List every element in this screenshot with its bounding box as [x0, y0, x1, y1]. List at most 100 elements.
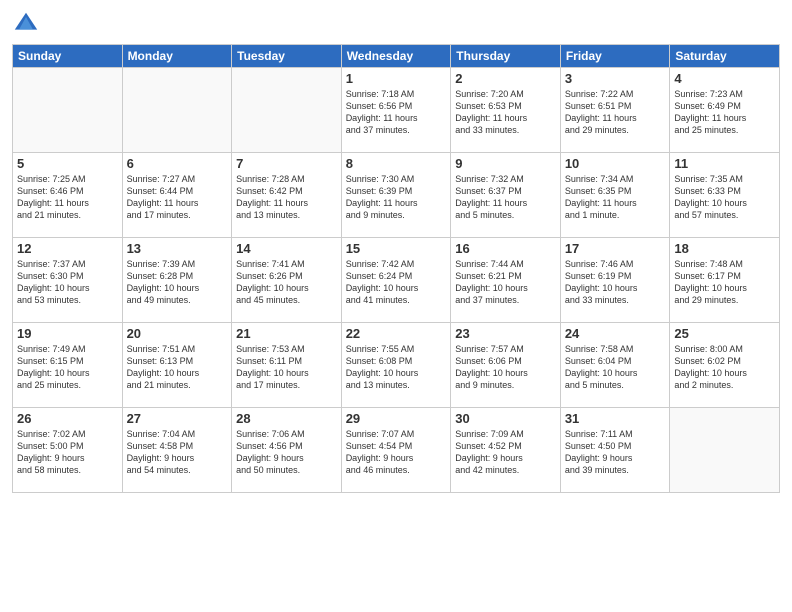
- cell-text: Sunrise: 7:44 AM Sunset: 6:21 PM Dayligh…: [455, 258, 556, 307]
- cell-text: Sunrise: 7:34 AM Sunset: 6:35 PM Dayligh…: [565, 173, 666, 222]
- cell-text: Sunrise: 7:55 AM Sunset: 6:08 PM Dayligh…: [346, 343, 447, 392]
- calendar-header-row: SundayMondayTuesdayWednesdayThursdayFrid…: [13, 45, 780, 68]
- cell-text: Sunrise: 7:27 AM Sunset: 6:44 PM Dayligh…: [127, 173, 228, 222]
- cell-text: Sunrise: 7:46 AM Sunset: 6:19 PM Dayligh…: [565, 258, 666, 307]
- cell-text: Sunrise: 7:11 AM Sunset: 4:50 PM Dayligh…: [565, 428, 666, 477]
- day-header-saturday: Saturday: [670, 45, 780, 68]
- calendar-cell: 25 Sunrise: 8:00 AM Sunset: 6:02 PM Dayli…: [670, 323, 780, 408]
- logo-icon: [12, 10, 40, 38]
- calendar-cell: 11 Sunrise: 7:35 AM Sunset: 6:33 PM Dayli…: [670, 153, 780, 238]
- day-number: 8: [346, 156, 447, 171]
- cell-text: Sunrise: 7:32 AM Sunset: 6:37 PM Dayligh…: [455, 173, 556, 222]
- page-header: [12, 10, 780, 38]
- cell-text: Sunrise: 7:23 AM Sunset: 6:49 PM Dayligh…: [674, 88, 775, 137]
- cell-text: Sunrise: 7:04 AM Sunset: 4:58 PM Dayligh…: [127, 428, 228, 477]
- calendar-cell: 17 Sunrise: 7:46 AM Sunset: 6:19 PM Dayli…: [560, 238, 670, 323]
- cell-text: Sunrise: 7:25 AM Sunset: 6:46 PM Dayligh…: [17, 173, 118, 222]
- calendar-cell: 10 Sunrise: 7:34 AM Sunset: 6:35 PM Dayli…: [560, 153, 670, 238]
- calendar-cell: [13, 68, 123, 153]
- day-number: 13: [127, 241, 228, 256]
- calendar-cell: 13 Sunrise: 7:39 AM Sunset: 6:28 PM Dayli…: [122, 238, 232, 323]
- day-number: 27: [127, 411, 228, 426]
- day-number: 25: [674, 326, 775, 341]
- calendar-cell: 26 Sunrise: 7:02 AM Sunset: 5:00 PM Dayli…: [13, 408, 123, 493]
- day-number: 21: [236, 326, 337, 341]
- day-number: 7: [236, 156, 337, 171]
- calendar-cell: 18 Sunrise: 7:48 AM Sunset: 6:17 PM Dayli…: [670, 238, 780, 323]
- day-number: 22: [346, 326, 447, 341]
- calendar-cell: 30 Sunrise: 7:09 AM Sunset: 4:52 PM Dayli…: [451, 408, 561, 493]
- cell-text: Sunrise: 7:49 AM Sunset: 6:15 PM Dayligh…: [17, 343, 118, 392]
- cell-text: Sunrise: 7:22 AM Sunset: 6:51 PM Dayligh…: [565, 88, 666, 137]
- cell-text: Sunrise: 7:20 AM Sunset: 6:53 PM Dayligh…: [455, 88, 556, 137]
- day-number: 18: [674, 241, 775, 256]
- day-number: 5: [17, 156, 118, 171]
- cell-text: Sunrise: 7:57 AM Sunset: 6:06 PM Dayligh…: [455, 343, 556, 392]
- day-number: 3: [565, 71, 666, 86]
- day-header-thursday: Thursday: [451, 45, 561, 68]
- day-number: 12: [17, 241, 118, 256]
- calendar-cell: 4 Sunrise: 7:23 AM Sunset: 6:49 PM Daylig…: [670, 68, 780, 153]
- calendar-cell: [122, 68, 232, 153]
- calendar-cell: 6Sunrise: 7:27 AM Sunset: 6:44 PM Daylig…: [122, 153, 232, 238]
- calendar-cell: 22 Sunrise: 7:55 AM Sunset: 6:08 PM Dayli…: [341, 323, 451, 408]
- day-header-friday: Friday: [560, 45, 670, 68]
- day-number: 14: [236, 241, 337, 256]
- calendar-cell: 16 Sunrise: 7:44 AM Sunset: 6:21 PM Dayli…: [451, 238, 561, 323]
- day-number: 31: [565, 411, 666, 426]
- day-number: 2: [455, 71, 556, 86]
- day-number: 24: [565, 326, 666, 341]
- cell-text: Sunrise: 8:00 AM Sunset: 6:02 PM Dayligh…: [674, 343, 775, 392]
- calendar-week-1: 1 Sunrise: 7:18 AM Sunset: 6:56 PM Daylig…: [13, 68, 780, 153]
- cell-text: Sunrise: 7:35 AM Sunset: 6:33 PM Dayligh…: [674, 173, 775, 222]
- day-header-monday: Monday: [122, 45, 232, 68]
- day-number: 1: [346, 71, 447, 86]
- calendar-week-4: 19 Sunrise: 7:49 AM Sunset: 6:15 PM Dayli…: [13, 323, 780, 408]
- day-number: 11: [674, 156, 775, 171]
- cell-text: Sunrise: 7:37 AM Sunset: 6:30 PM Dayligh…: [17, 258, 118, 307]
- cell-text: Sunrise: 7:39 AM Sunset: 6:28 PM Dayligh…: [127, 258, 228, 307]
- cell-text: Sunrise: 7:42 AM Sunset: 6:24 PM Dayligh…: [346, 258, 447, 307]
- calendar-cell: 19 Sunrise: 7:49 AM Sunset: 6:15 PM Dayli…: [13, 323, 123, 408]
- calendar-table: SundayMondayTuesdayWednesdayThursdayFrid…: [12, 44, 780, 493]
- calendar-week-2: 5 Sunrise: 7:25 AM Sunset: 6:46 PM Daylig…: [13, 153, 780, 238]
- calendar-cell: 20Sunrise: 7:51 AM Sunset: 6:13 PM Dayli…: [122, 323, 232, 408]
- cell-text: Sunrise: 7:48 AM Sunset: 6:17 PM Dayligh…: [674, 258, 775, 307]
- calendar-cell: 23 Sunrise: 7:57 AM Sunset: 6:06 PM Dayli…: [451, 323, 561, 408]
- cell-text: Sunrise: 7:09 AM Sunset: 4:52 PM Dayligh…: [455, 428, 556, 477]
- calendar-cell: 14 Sunrise: 7:41 AM Sunset: 6:26 PM Dayli…: [232, 238, 342, 323]
- day-header-wednesday: Wednesday: [341, 45, 451, 68]
- calendar-cell: 28Sunrise: 7:06 AM Sunset: 4:56 PM Dayli…: [232, 408, 342, 493]
- calendar-cell: 9 Sunrise: 7:32 AM Sunset: 6:37 PM Daylig…: [451, 153, 561, 238]
- day-header-sunday: Sunday: [13, 45, 123, 68]
- day-number: 17: [565, 241, 666, 256]
- cell-text: Sunrise: 7:18 AM Sunset: 6:56 PM Dayligh…: [346, 88, 447, 137]
- logo: [12, 10, 42, 38]
- day-number: 30: [455, 411, 556, 426]
- calendar-cell: 29 Sunrise: 7:07 AM Sunset: 4:54 PM Dayli…: [341, 408, 451, 493]
- calendar-cell: 12 Sunrise: 7:37 AM Sunset: 6:30 PM Dayli…: [13, 238, 123, 323]
- day-number: 16: [455, 241, 556, 256]
- calendar-cell: 31 Sunrise: 7:11 AM Sunset: 4:50 PM Dayli…: [560, 408, 670, 493]
- calendar-cell: 15 Sunrise: 7:42 AM Sunset: 6:24 PM Dayli…: [341, 238, 451, 323]
- calendar-cell: 7Sunrise: 7:28 AM Sunset: 6:42 PM Daylig…: [232, 153, 342, 238]
- day-number: 15: [346, 241, 447, 256]
- calendar-week-5: 26 Sunrise: 7:02 AM Sunset: 5:00 PM Dayli…: [13, 408, 780, 493]
- day-number: 26: [17, 411, 118, 426]
- calendar-cell: 1 Sunrise: 7:18 AM Sunset: 6:56 PM Daylig…: [341, 68, 451, 153]
- cell-text: Sunrise: 7:51 AM Sunset: 6:13 PM Dayligh…: [127, 343, 228, 392]
- cell-text: Sunrise: 7:41 AM Sunset: 6:26 PM Dayligh…: [236, 258, 337, 307]
- cell-text: Sunrise: 7:06 AM Sunset: 4:56 PM Dayligh…: [236, 428, 337, 477]
- day-number: 19: [17, 326, 118, 341]
- calendar-cell: 8Sunrise: 7:30 AM Sunset: 6:39 PM Daylig…: [341, 153, 451, 238]
- day-number: 4: [674, 71, 775, 86]
- day-number: 23: [455, 326, 556, 341]
- day-number: 9: [455, 156, 556, 171]
- calendar-cell: [232, 68, 342, 153]
- cell-text: Sunrise: 7:53 AM Sunset: 6:11 PM Dayligh…: [236, 343, 337, 392]
- day-number: 10: [565, 156, 666, 171]
- day-number: 29: [346, 411, 447, 426]
- cell-text: Sunrise: 7:02 AM Sunset: 5:00 PM Dayligh…: [17, 428, 118, 477]
- cell-text: Sunrise: 7:07 AM Sunset: 4:54 PM Dayligh…: [346, 428, 447, 477]
- calendar-cell: 3 Sunrise: 7:22 AM Sunset: 6:51 PM Daylig…: [560, 68, 670, 153]
